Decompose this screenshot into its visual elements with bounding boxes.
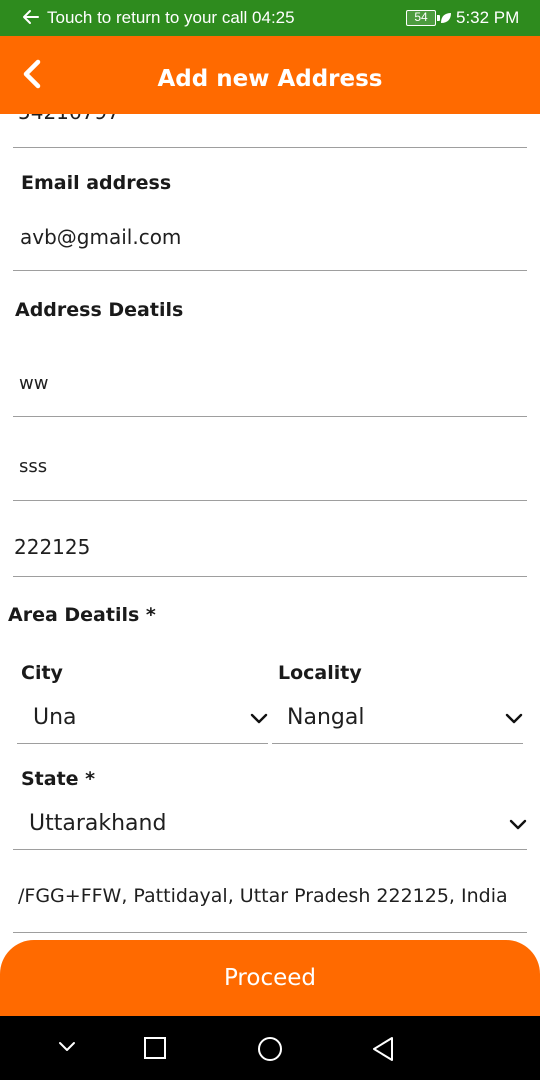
page-title: Add new Address <box>157 66 383 92</box>
state-select-underline <box>13 849 527 850</box>
home-circle-icon[interactable] <box>256 1035 284 1063</box>
battery-icon: 54 <box>406 10 440 26</box>
state-chevron-down-icon[interactable] <box>509 819 527 831</box>
address-line1-underline <box>13 416 527 417</box>
address-line2-underline <box>13 500 527 501</box>
address-details-label: Address Deatils <box>15 299 184 321</box>
email-field[interactable]: avb@gmail.com <box>20 225 181 249</box>
state-label: State * <box>21 768 96 790</box>
battery-level: 54 <box>414 10 428 24</box>
status-bar: Touch to return to your call 04:25 54 5:… <box>0 0 540 36</box>
app-header: Add new Address <box>0 36 540 114</box>
address-line1-field[interactable]: ww <box>19 373 48 394</box>
locality-select-underline <box>272 743 523 744</box>
recent-apps-square-icon[interactable] <box>143 1036 167 1060</box>
return-arrow-icon[interactable] <box>22 8 40 26</box>
status-time: 5:32 PM <box>456 8 520 27</box>
email-label: Email address <box>21 172 172 194</box>
city-chevron-down-icon[interactable] <box>250 713 268 725</box>
area-details-label: Area Deatils * <box>8 604 156 626</box>
locality-select-value[interactable]: Nangal <box>287 705 364 730</box>
pincode-field[interactable]: 222125 <box>14 535 90 559</box>
address-line2-field[interactable]: sss <box>19 456 47 477</box>
phone-field-value[interactable]: 54216797 <box>18 114 120 124</box>
proceed-button[interactable]: Proceed <box>0 940 540 1016</box>
pincode-underline <box>13 576 527 577</box>
locality-chevron-down-icon[interactable] <box>505 713 523 725</box>
full-address-field[interactable]: /FGG+FFW, Pattidayal, Uttar Pradesh 2221… <box>18 885 508 907</box>
address-form[interactable]: 54216797 Email address avb@gmail.com Add… <box>0 114 540 940</box>
city-label: City <box>21 662 63 684</box>
full-address-underline <box>13 932 527 933</box>
city-select-value[interactable]: Una <box>33 705 77 730</box>
chevron-down-icon[interactable] <box>57 1040 77 1054</box>
system-navigation-bar <box>0 1016 540 1080</box>
locality-label: Locality <box>278 662 362 684</box>
battery-saver-leaf-icon <box>441 13 451 23</box>
email-field-underline <box>13 270 527 271</box>
back-triangle-icon[interactable] <box>370 1035 396 1063</box>
phone-field-underline <box>13 147 527 148</box>
city-select-underline <box>17 743 268 744</box>
state-select-value[interactable]: Uttarakhand <box>29 811 166 836</box>
return-to-call-text[interactable]: Touch to return to your call 04:25 <box>47 8 295 28</box>
